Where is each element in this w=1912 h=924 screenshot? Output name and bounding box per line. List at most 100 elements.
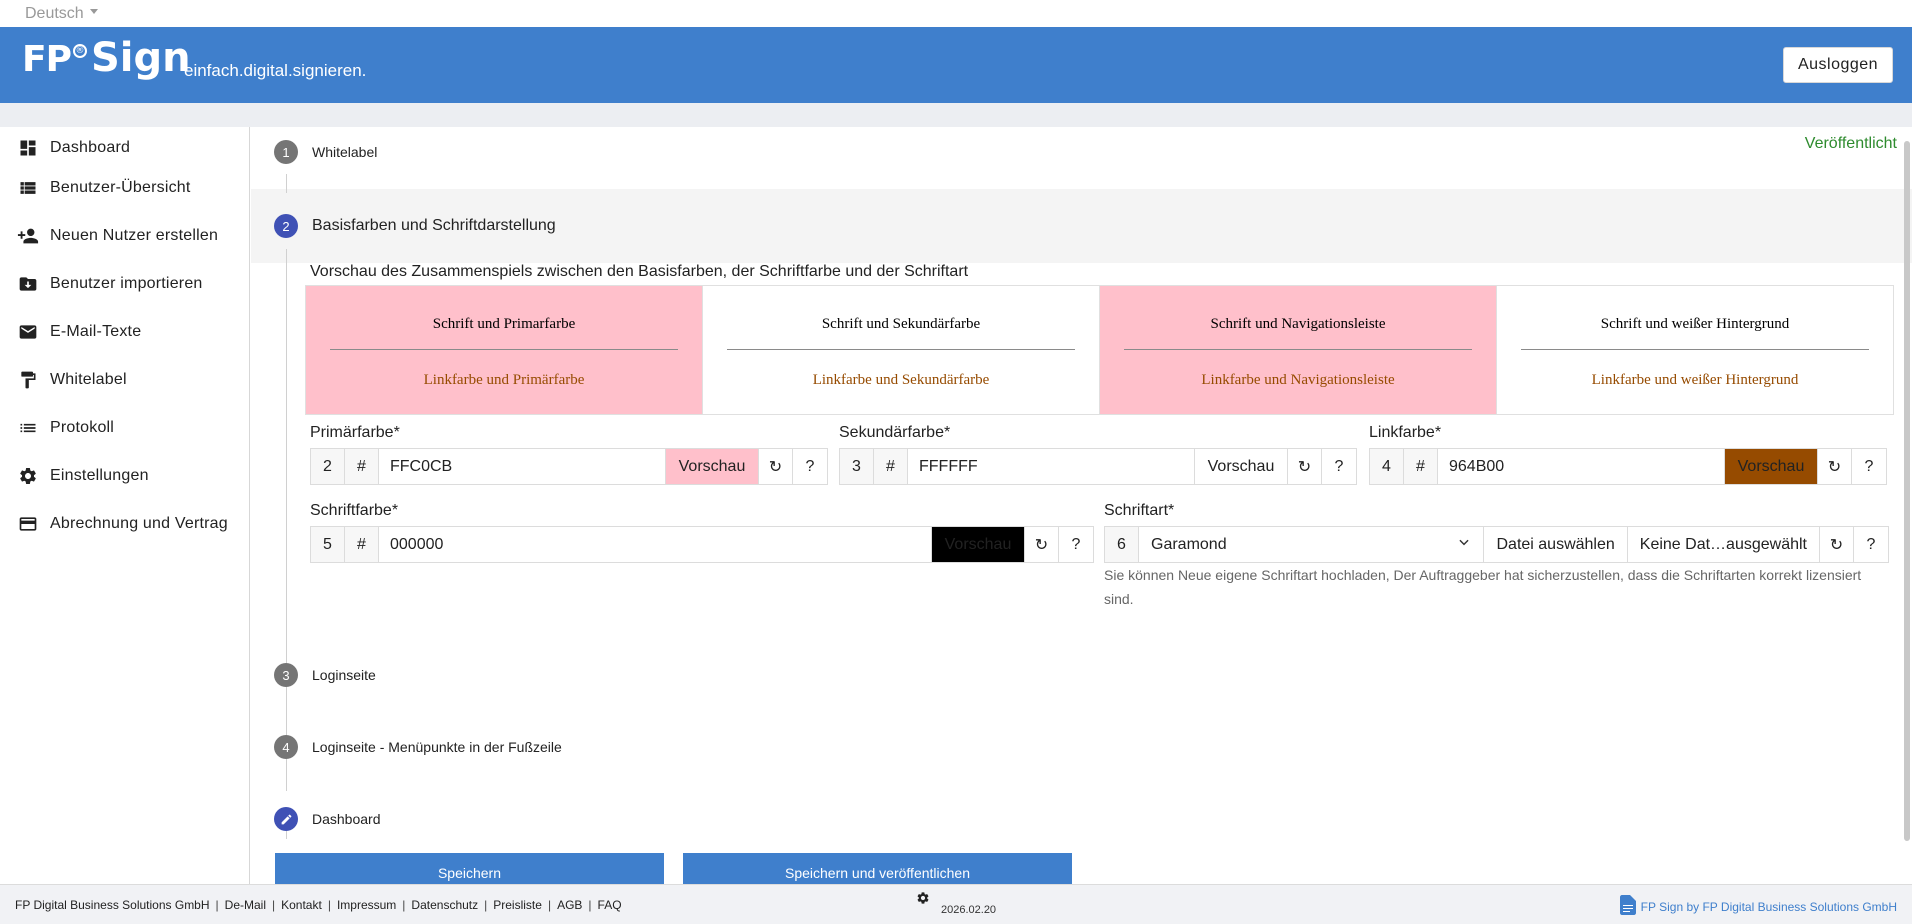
sidebar-item-label: Dashboard — [50, 139, 131, 156]
reset-icon[interactable]: ↻ — [759, 449, 793, 484]
preview-text: Schrift und Primarfarbe — [432, 316, 576, 332]
primary-color-preview: Vorschau — [666, 449, 759, 484]
reset-icon[interactable]: ↻ — [1820, 527, 1854, 562]
separator: | — [272, 898, 276, 912]
help-icon[interactable]: ? — [1854, 527, 1888, 562]
footer: FP Digital Business Solutions GmbH | De-M… — [0, 884, 1912, 924]
hash-prefix: # — [345, 527, 379, 562]
footer-link-preisliste[interactable]: Preisliste — [493, 898, 542, 912]
mail-icon — [17, 321, 39, 343]
sidebar-item-einstellungen[interactable]: Einstellungen — [0, 456, 249, 496]
separator: | — [588, 898, 592, 912]
logout-button[interactable]: Ausloggen — [1783, 47, 1893, 83]
save-publish-button[interactable]: Speichern und veröffentlichen — [683, 853, 1072, 884]
preview-text: Schrift und Navigationsleiste — [1210, 316, 1386, 332]
sidebar-item-benutzer-importieren[interactable]: Benutzer importieren — [0, 264, 249, 304]
sidebar-item-neuen-nutzer[interactable]: Neuen Nutzer erstellen — [0, 216, 249, 256]
stepper-line — [286, 249, 287, 791]
preview-divider — [1124, 349, 1472, 350]
font-upload-hint: Sie können Neue eigene Schriftart hochla… — [1104, 567, 1862, 607]
help-icon[interactable]: ? — [1059, 527, 1093, 562]
primary-color-input[interactable]: FFC0CB — [379, 449, 666, 484]
sidebar-item-label: Protokoll — [50, 419, 115, 436]
caret-down-icon — [89, 9, 98, 15]
footer-link-agb[interactable]: AGB — [557, 898, 582, 912]
person-add-icon — [17, 225, 39, 247]
sidebar-item-label: Einstellungen — [50, 467, 149, 484]
footer-link-impressum[interactable]: Impressum — [337, 898, 396, 912]
footer-link-company[interactable]: FP Digital Business Solutions GmbH — [15, 898, 210, 912]
preview-link: Linkfarbe und Sekundärfarbe — [812, 372, 990, 388]
paint-roller-icon — [17, 369, 39, 391]
language-label: Deutsch — [25, 5, 84, 22]
language-bar: Deutsch — [0, 0, 1912, 27]
hash-prefix: # — [345, 449, 379, 484]
step-loginseite[interactable]: 3 Loginseite — [274, 663, 376, 687]
footer-links: FP Digital Business Solutions GmbH | De-M… — [15, 898, 622, 912]
reset-icon[interactable]: ↻ — [1818, 449, 1852, 484]
sidebar-item-protokoll[interactable]: Protokoll — [0, 408, 249, 448]
field-number: 4 — [1370, 449, 1404, 484]
edit-pencil-icon — [274, 807, 298, 831]
save-button[interactable]: Speichern — [275, 853, 664, 884]
help-icon[interactable]: ? — [1852, 449, 1886, 484]
primary-color-label: Primärfarbe* — [310, 424, 400, 441]
footer-link-datenschutz[interactable]: Datenschutz — [411, 898, 478, 912]
link-color-preview: Vorschau — [1725, 449, 1818, 484]
sidebar-item-label: Whitelabel — [50, 371, 127, 388]
font-field: 6 Garamond Datei auswählen Keine Dat…aus… — [1104, 526, 1889, 563]
reset-icon[interactable]: ↻ — [1025, 527, 1059, 562]
footer-brand-text: FP Sign by FP Digital Business Solutions… — [1640, 899, 1897, 914]
font-label: Schriftart* — [1104, 502, 1175, 519]
list-icon — [17, 177, 39, 199]
step-dashboard[interactable]: Dashboard — [274, 807, 381, 831]
link-color-label: Linkfarbe* — [1369, 424, 1442, 441]
help-icon[interactable]: ? — [793, 449, 827, 484]
sidebar-item-benutzer-uebersicht[interactable]: Benutzer-Übersicht — [0, 168, 249, 208]
preview-cell-white: Schrift und weißer Hintergrund Linkfarbe… — [1497, 286, 1893, 414]
sidebar-item-abrechnung[interactable]: Abrechnung und Vertrag — [0, 504, 249, 544]
hash-prefix: # — [874, 449, 908, 484]
import-icon — [17, 273, 39, 295]
step-basisfarben[interactable]: 2 Basisfarben und Schriftdarstellung — [274, 214, 556, 238]
footer-link-faq[interactable]: FAQ — [598, 898, 622, 912]
separator: | — [547, 898, 552, 912]
separator: | — [402, 898, 406, 912]
field-number: 3 — [840, 449, 874, 484]
reset-icon[interactable]: ↻ — [1288, 449, 1322, 484]
secondary-color-input[interactable]: FFFFFF — [908, 449, 1195, 484]
sidebar-item-email-texte[interactable]: E-Mail-Texte — [0, 312, 249, 352]
font-color-input[interactable]: 000000 — [379, 527, 932, 562]
preview-link: Linkfarbe und Primärfarbe — [423, 372, 585, 388]
link-color-field: 4 # 964B00 Vorschau ↻ ? — [1369, 448, 1887, 485]
main-content: Veröffentlicht 1 Whitelabel 2 Basisfarbe… — [251, 127, 1912, 884]
sidebar-item-label: Neuen Nutzer erstellen — [50, 227, 219, 244]
step-whitelabel[interactable]: 1 Whitelabel — [274, 140, 377, 164]
step-label: Whitelabel — [312, 144, 378, 160]
app-header: FP ® Sign einfach.digital.signieren. Auslo… — [0, 27, 1912, 103]
footer-link-kontakt[interactable]: Kontakt — [281, 898, 322, 912]
link-color-input[interactable]: 964B00 — [1438, 449, 1725, 484]
preview-cell-secondary: Schrift und Sekundärfarbe Linkfarbe und … — [703, 286, 1100, 414]
font-color-field: 5 # 000000 Vorschau ↻ ? — [310, 526, 1094, 563]
color-preview-grid: Schrift und Primarfarbe Linkfarbe und Pr… — [305, 285, 1894, 415]
sidebar-item-whitelabel[interactable]: Whitelabel — [0, 360, 249, 400]
scrollbar[interactable] — [1904, 141, 1910, 841]
font-select[interactable]: Garamond — [1139, 527, 1485, 562]
preview-text: Schrift und Sekundärfarbe — [821, 316, 981, 332]
secondary-color-field: 3 # FFFFFF Vorschau ↻ ? — [839, 448, 1357, 485]
preview-divider — [330, 349, 678, 350]
file-select-button[interactable]: Datei auswählen — [1484, 527, 1628, 562]
step-loginseite-menue[interactable]: 4 Loginseite - Menüpunkte in der Fußzeil… — [274, 735, 562, 759]
field-number: 6 — [1105, 527, 1139, 562]
language-dropdown[interactable]: Deutsch — [25, 5, 98, 23]
step-number: 4 — [274, 735, 298, 759]
footer-brand-link[interactable]: FP Sign by FP Digital Business Solutions… — [1619, 895, 1897, 918]
logo-sign: Sign — [90, 35, 191, 81]
sidebar-item-label: Abrechnung und Vertrag — [50, 515, 228, 532]
footer-link-demail[interactable]: De-Mail — [225, 898, 266, 912]
help-icon[interactable]: ? — [1322, 449, 1356, 484]
sidebar-item-dashboard[interactable]: Dashboard — [0, 128, 249, 168]
gear-icon[interactable] — [916, 891, 930, 908]
fp-sign-logo[interactable]: FP ® Sign — [22, 35, 191, 81]
